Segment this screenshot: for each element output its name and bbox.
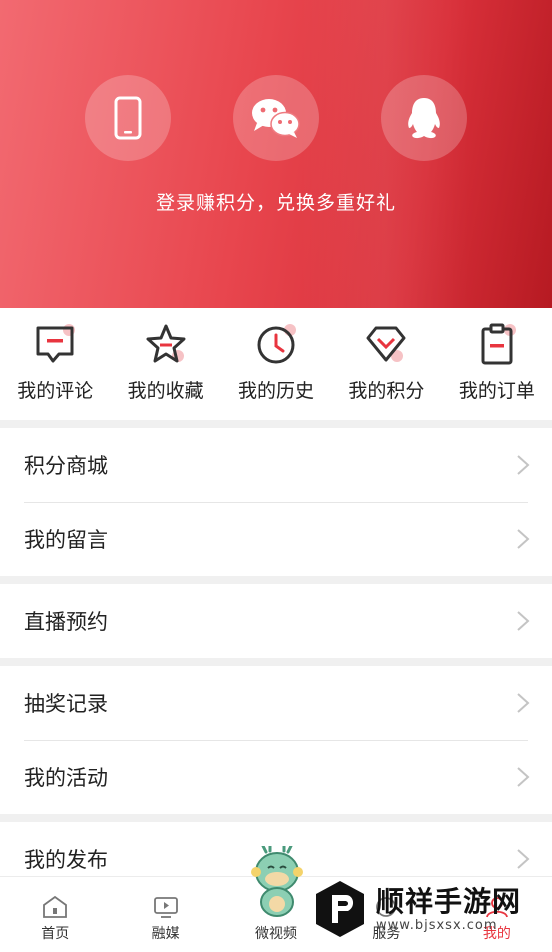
tab-media[interactable]: 融媒 bbox=[110, 877, 220, 952]
quick-item-history[interactable]: 我的历史 bbox=[221, 308, 331, 420]
clock-icon bbox=[257, 324, 297, 364]
menu-item-label: 我的活动 bbox=[24, 766, 108, 790]
tab-label: 融媒 bbox=[151, 926, 180, 942]
chevron-right-icon bbox=[517, 693, 530, 713]
chevron-right-icon bbox=[517, 767, 530, 787]
wechat-icon bbox=[252, 99, 300, 138]
tab-label: 首页 bbox=[41, 926, 70, 942]
home-icon bbox=[43, 895, 68, 918]
quick-label: 我的历史 bbox=[238, 380, 315, 402]
tv-icon bbox=[153, 897, 178, 918]
wechat-login-button[interactable] bbox=[233, 75, 319, 161]
quick-item-points[interactable]: 我的积分 bbox=[331, 308, 441, 420]
quick-item-comments[interactable]: 我的评论 bbox=[0, 308, 110, 420]
login-header: 登录赚积分，兑换多重好礼 bbox=[0, 0, 552, 308]
mascot-icon[interactable] bbox=[246, 846, 308, 920]
chevron-right-icon bbox=[517, 849, 530, 869]
menu-item-label: 我的发布 bbox=[24, 848, 108, 872]
watermark-title: 顺祥手游网 bbox=[376, 884, 522, 918]
menu-item-my-messages[interactable]: 我的留言 bbox=[0, 502, 552, 576]
menu-item-label: 积分商城 bbox=[24, 454, 108, 478]
quick-label: 我的评论 bbox=[17, 380, 94, 402]
watermark-logo-icon bbox=[316, 881, 364, 937]
quick-label: 我的订单 bbox=[458, 380, 535, 402]
comment-icon bbox=[36, 324, 76, 363]
quick-label: 我的积分 bbox=[348, 380, 425, 402]
chevron-right-icon bbox=[517, 455, 530, 475]
chevron-right-icon bbox=[517, 529, 530, 549]
tab-home[interactable]: 首页 bbox=[0, 877, 110, 952]
menu-item-label: 我的留言 bbox=[24, 528, 108, 552]
site-watermark: 顺祥手游网 www.bjsxsx.com bbox=[312, 874, 548, 944]
quick-actions: 我的评论 我的收藏 我的历史 我的积分 我的订单 bbox=[0, 308, 552, 420]
quick-label: 我的收藏 bbox=[127, 380, 204, 402]
clipboard-icon bbox=[481, 323, 516, 365]
qq-login-button[interactable] bbox=[381, 75, 467, 161]
login-tip: 登录赚积分，兑换多重好礼 bbox=[155, 192, 396, 214]
menu-item-live-reservation[interactable]: 直播预约 bbox=[0, 584, 552, 658]
quick-item-orders[interactable]: 我的订单 bbox=[442, 308, 552, 420]
menu-item-label: 抽奖记录 bbox=[24, 692, 108, 716]
star-icon bbox=[146, 324, 186, 363]
menu-item-points-mall[interactable]: 积分商城 bbox=[0, 428, 552, 502]
menu-group: 积分商城 我的留言 bbox=[0, 428, 552, 576]
diamond-icon bbox=[366, 326, 406, 362]
menu-group: 抽奖记录 我的活动 bbox=[0, 666, 552, 814]
quick-item-favorites[interactable]: 我的收藏 bbox=[110, 308, 220, 420]
phone-login-button[interactable] bbox=[85, 75, 171, 161]
chevron-right-icon bbox=[517, 611, 530, 631]
qq-icon bbox=[408, 98, 440, 139]
phone-icon bbox=[114, 96, 142, 140]
menu-item-label: 直播预约 bbox=[24, 610, 108, 634]
menu-item-my-activities[interactable]: 我的活动 bbox=[0, 740, 552, 814]
menu-group: 直播预约 bbox=[0, 584, 552, 658]
tab-label: 微视频 bbox=[255, 926, 298, 942]
watermark-url: www.bjsxsx.com bbox=[376, 917, 498, 933]
menu-item-lottery-records[interactable]: 抽奖记录 bbox=[0, 666, 552, 740]
